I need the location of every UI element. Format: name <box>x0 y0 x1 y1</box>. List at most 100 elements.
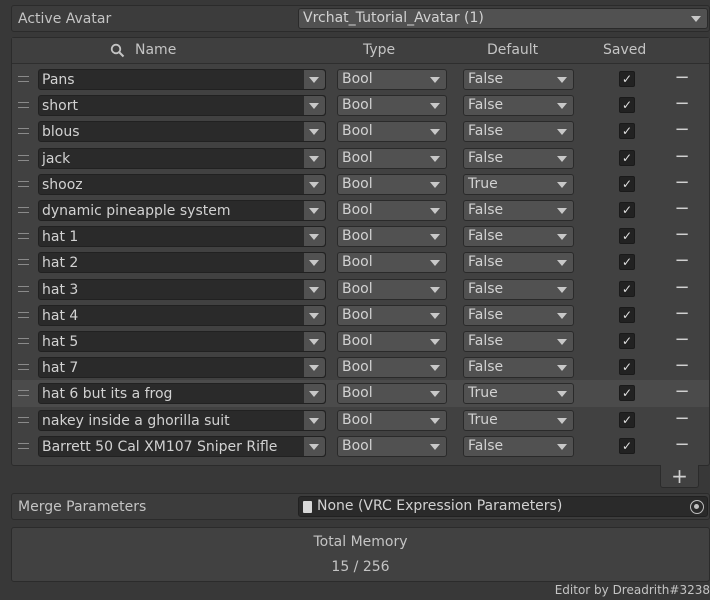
remove-parameter-button[interactable]: − <box>674 277 690 298</box>
remove-parameter-button[interactable]: − <box>674 93 690 114</box>
drag-handle-icon[interactable] <box>18 233 29 240</box>
drag-handle-icon[interactable] <box>18 128 29 135</box>
parameter-row[interactable]: jack Bool False ✓ − <box>12 145 709 171</box>
parameter-name-input[interactable]: Pans <box>38 69 326 90</box>
parameter-row[interactable]: hat 6 but its a frog Bool True ✓ − <box>12 380 709 407</box>
parameter-row[interactable]: hat 5 Bool False ✓ − <box>12 328 709 354</box>
parameter-type-dropdown[interactable]: Bool <box>337 331 447 352</box>
parameter-default-dropdown[interactable]: False <box>463 435 574 457</box>
drag-handle-icon[interactable] <box>18 364 29 371</box>
parameter-name-dropdown[interactable] <box>303 174 325 194</box>
drag-handle-icon[interactable] <box>18 207 29 213</box>
saved-checkbox[interactable]: ✓ <box>619 202 635 218</box>
parameter-default-dropdown[interactable]: False <box>463 200 574 221</box>
parameter-name-dropdown[interactable] <box>303 332 325 351</box>
saved-checkbox[interactable]: ✓ <box>619 97 635 114</box>
saved-checkbox[interactable]: ✓ <box>619 175 635 192</box>
parameter-name-dropdown[interactable] <box>303 253 325 273</box>
saved-checkbox[interactable]: ✓ <box>619 280 635 297</box>
drag-handle-icon[interactable] <box>18 390 29 397</box>
drag-handle-icon[interactable] <box>18 76 29 82</box>
saved-checkbox[interactable]: ✓ <box>619 437 635 454</box>
saved-checkbox[interactable]: ✓ <box>619 411 635 428</box>
parameter-name-input[interactable]: hat 6 but its a frog <box>38 383 326 405</box>
parameter-default-dropdown[interactable]: False <box>463 95 574 117</box>
remove-parameter-button[interactable]: − <box>674 224 690 245</box>
parameter-default-dropdown[interactable]: False <box>463 304 574 326</box>
parameter-name-input[interactable]: dynamic pineapple system <box>38 200 326 221</box>
parameter-row[interactable]: shooz Bool True ✓ − <box>12 171 709 197</box>
parameter-type-dropdown[interactable]: Bool <box>337 69 447 90</box>
parameter-row[interactable]: nakey inside a ghorilla suit Bool True ✓ − <box>12 407 709 433</box>
parameter-name-dropdown[interactable] <box>303 410 325 430</box>
saved-checkbox[interactable]: ✓ <box>619 228 635 245</box>
parameter-row[interactable]: Pans Bool False ✓ − <box>12 66 709 92</box>
parameter-type-dropdown[interactable]: Bool <box>337 200 447 221</box>
parameter-name-dropdown[interactable] <box>303 436 325 456</box>
parameter-type-dropdown[interactable]: Bool <box>337 383 447 405</box>
parameter-default-dropdown[interactable]: True <box>463 383 574 405</box>
parameter-name-input[interactable]: hat 4 <box>38 304 326 326</box>
parameter-name-dropdown[interactable] <box>303 279 325 299</box>
parameter-type-dropdown[interactable]: Bool <box>337 173 447 195</box>
remove-parameter-button[interactable]: − <box>674 434 690 455</box>
saved-checkbox[interactable]: ✓ <box>619 359 635 376</box>
search-icon[interactable] <box>110 43 125 58</box>
parameter-name-dropdown[interactable] <box>303 358 325 378</box>
remove-parameter-button[interactable]: − <box>674 250 690 271</box>
drag-handle-icon[interactable] <box>18 154 29 161</box>
parameter-default-dropdown[interactable]: False <box>463 226 574 248</box>
drag-handle-icon[interactable] <box>18 285 29 292</box>
parameter-default-dropdown[interactable]: True <box>463 409 574 431</box>
parameter-name-input[interactable]: hat 7 <box>38 357 326 379</box>
parameter-name-input[interactable]: nakey inside a ghorilla suit <box>38 409 326 431</box>
parameter-name-input[interactable]: jack <box>38 147 326 169</box>
remove-parameter-button[interactable]: − <box>674 329 690 350</box>
remove-parameter-button[interactable]: − <box>674 146 690 167</box>
parameter-type-dropdown[interactable]: Bool <box>337 226 447 248</box>
parameter-name-dropdown[interactable] <box>303 227 325 247</box>
parameter-name-dropdown[interactable] <box>303 96 325 116</box>
parameter-default-dropdown[interactable]: False <box>463 357 574 379</box>
parameter-type-dropdown[interactable]: Bool <box>337 304 447 326</box>
parameter-name-input[interactable]: hat 2 <box>38 252 326 274</box>
parameter-default-dropdown[interactable]: True <box>463 173 574 195</box>
parameter-row[interactable]: dynamic pineapple system Bool False ✓ − <box>12 197 709 223</box>
parameter-default-dropdown[interactable]: False <box>463 69 574 90</box>
drag-handle-icon[interactable] <box>18 311 29 318</box>
parameter-type-dropdown[interactable]: Bool <box>337 435 447 457</box>
parameter-row[interactable]: blous Bool False ✓ − <box>12 118 709 144</box>
remove-parameter-button[interactable]: − <box>674 303 690 324</box>
parameter-row[interactable]: hat 3 Bool False ✓ − <box>12 276 709 302</box>
saved-checkbox[interactable]: ✓ <box>619 333 635 349</box>
object-picker-icon[interactable] <box>690 500 704 514</box>
parameter-name-input[interactable]: hat 3 <box>38 278 326 300</box>
parameter-default-dropdown[interactable]: False <box>463 278 574 300</box>
parameter-row[interactable]: hat 7 Bool False ✓ − <box>12 354 709 380</box>
remove-parameter-button[interactable]: − <box>674 67 690 88</box>
drag-handle-icon[interactable] <box>18 102 29 109</box>
parameter-default-dropdown[interactable]: False <box>463 252 574 274</box>
parameter-type-dropdown[interactable]: Bool <box>337 252 447 274</box>
parameter-row[interactable]: hat 4 Bool False ✓ − <box>12 302 709 328</box>
parameter-default-dropdown[interactable]: False <box>463 147 574 169</box>
parameter-default-dropdown[interactable]: False <box>463 331 574 352</box>
parameter-name-dropdown[interactable] <box>303 122 325 142</box>
saved-checkbox[interactable]: ✓ <box>619 306 635 323</box>
parameter-type-dropdown[interactable]: Bool <box>337 409 447 431</box>
saved-checkbox[interactable]: ✓ <box>619 123 635 140</box>
parameter-name-input[interactable]: hat 5 <box>38 331 326 352</box>
parameter-name-input[interactable]: hat 1 <box>38 226 326 248</box>
drag-handle-icon[interactable] <box>18 259 29 266</box>
drag-handle-icon[interactable] <box>18 180 29 187</box>
parameter-default-dropdown[interactable]: False <box>463 121 574 143</box>
remove-parameter-button[interactable]: − <box>674 355 690 376</box>
drag-handle-icon[interactable] <box>18 416 29 423</box>
parameter-row[interactable]: hat 1 Bool False ✓ − <box>12 223 709 249</box>
parameter-type-dropdown[interactable]: Bool <box>337 357 447 379</box>
saved-checkbox[interactable]: ✓ <box>619 71 635 87</box>
remove-parameter-button[interactable]: − <box>674 198 690 219</box>
drag-handle-icon[interactable] <box>18 442 29 449</box>
parameter-name-input[interactable]: blous <box>38 121 326 143</box>
parameter-type-dropdown[interactable]: Bool <box>337 278 447 300</box>
